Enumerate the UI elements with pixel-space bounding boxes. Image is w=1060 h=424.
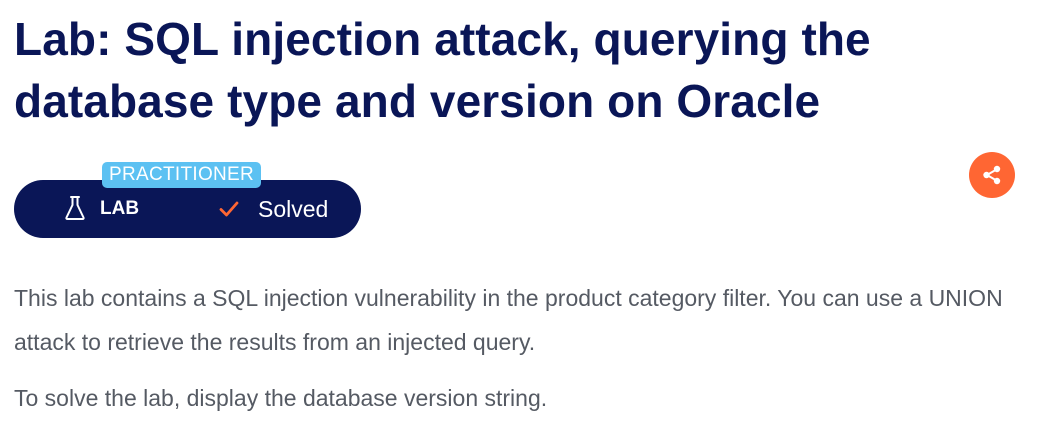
lab-description: This lab contains a SQL injection vulner… (14, 285, 1003, 355)
share-button[interactable] (969, 152, 1015, 198)
share-icon (983, 165, 1001, 185)
page-title: Lab: SQL injection attack, querying the … (14, 13, 871, 127)
checkmark-icon (218, 199, 240, 219)
level-badge: PRACTITIONER (102, 162, 262, 188)
lab-status-label: Solved (258, 196, 329, 222)
lab-type-label: LAB (100, 198, 140, 219)
lab-objective: To solve the lab, display the database v… (14, 385, 548, 411)
flask-icon (64, 195, 86, 221)
